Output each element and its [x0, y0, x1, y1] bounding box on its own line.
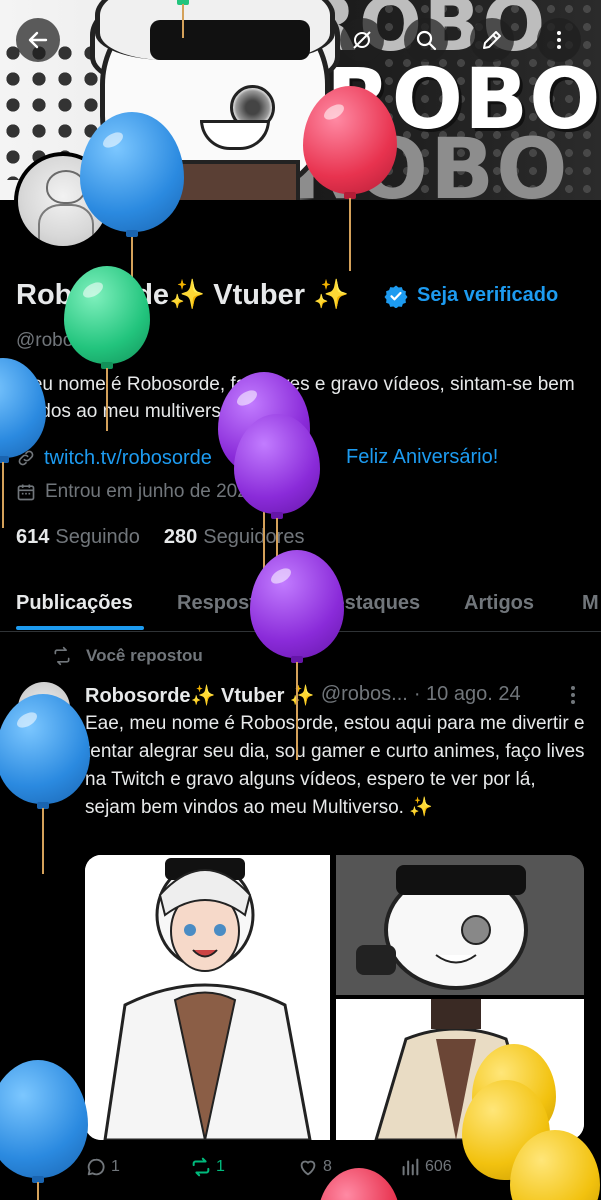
repost-indicator: Você repostou — [52, 646, 203, 666]
repost-count: 1 — [216, 1158, 225, 1175]
get-verified-link[interactable]: Seja verificado — [417, 284, 558, 307]
tab-articles[interactable]: Artigos — [464, 592, 534, 615]
post-more-icon[interactable] — [565, 684, 581, 706]
balloon-blue-3 — [0, 694, 90, 874]
search-icon — [416, 30, 437, 51]
banner-character-sunglasses — [150, 20, 310, 60]
edit-button[interactable] — [470, 18, 514, 62]
search-button[interactable] — [404, 18, 448, 62]
balloon-red — [303, 86, 397, 271]
active-tab-indicator — [16, 626, 144, 630]
arrow-left-icon — [28, 31, 48, 49]
repost-active-icon — [192, 1157, 210, 1177]
balloon-purple-3 — [250, 550, 344, 760]
balloon-red-bottom — [318, 1168, 400, 1200]
reply-button[interactable]: 1 — [85, 1156, 120, 1178]
post-image-1[interactable] — [85, 855, 330, 1140]
notifications-off-button[interactable] — [340, 18, 384, 62]
character-full-illustration — [85, 855, 330, 1140]
back-button[interactable] — [16, 18, 60, 62]
views-button[interactable]: 606 — [399, 1156, 452, 1178]
repost-icon — [54, 646, 70, 666]
following-stat[interactable]: 614 Seguindo — [16, 526, 140, 549]
repost-label: Você repostou — [86, 646, 203, 665]
balloon-yellow-3 — [510, 1130, 600, 1200]
profile-website-link[interactable]: twitch.tv/robosorde — [44, 447, 212, 470]
more-options-button[interactable] — [537, 18, 581, 62]
following-label: Seguindo — [55, 526, 140, 548]
character-chibi-illustration — [336, 855, 584, 995]
edit-icon — [483, 31, 501, 49]
balloon-blue-2 — [0, 358, 46, 528]
heart-icon — [300, 1160, 316, 1176]
post-image-2[interactable] — [336, 855, 584, 995]
tab-media[interactable]: M — [582, 592, 599, 615]
reply-count: 1 — [111, 1158, 120, 1175]
notifications-off-icon — [353, 31, 371, 49]
balloon-purple-2 — [234, 414, 320, 564]
followers-count: 280 — [163, 526, 198, 548]
more-vertical-icon — [557, 31, 561, 49]
repost-button[interactable]: 1 — [190, 1156, 225, 1178]
reply-icon — [87, 1158, 105, 1176]
post-date: · 10 ago. 24 — [413, 683, 521, 705]
balloon-string-top — [176, 0, 190, 38]
balloon-green — [64, 266, 150, 431]
following-count: 614 — [16, 526, 50, 548]
analytics-icon — [402, 1158, 419, 1176]
verified-badge-icon[interactable] — [384, 284, 408, 308]
birthday-greeting[interactable]: Feliz Aniversário! — [346, 446, 498, 469]
views-count: 606 — [425, 1158, 452, 1175]
tab-posts[interactable]: Publicações — [16, 592, 133, 615]
balloon-blue-4 — [0, 1060, 88, 1200]
